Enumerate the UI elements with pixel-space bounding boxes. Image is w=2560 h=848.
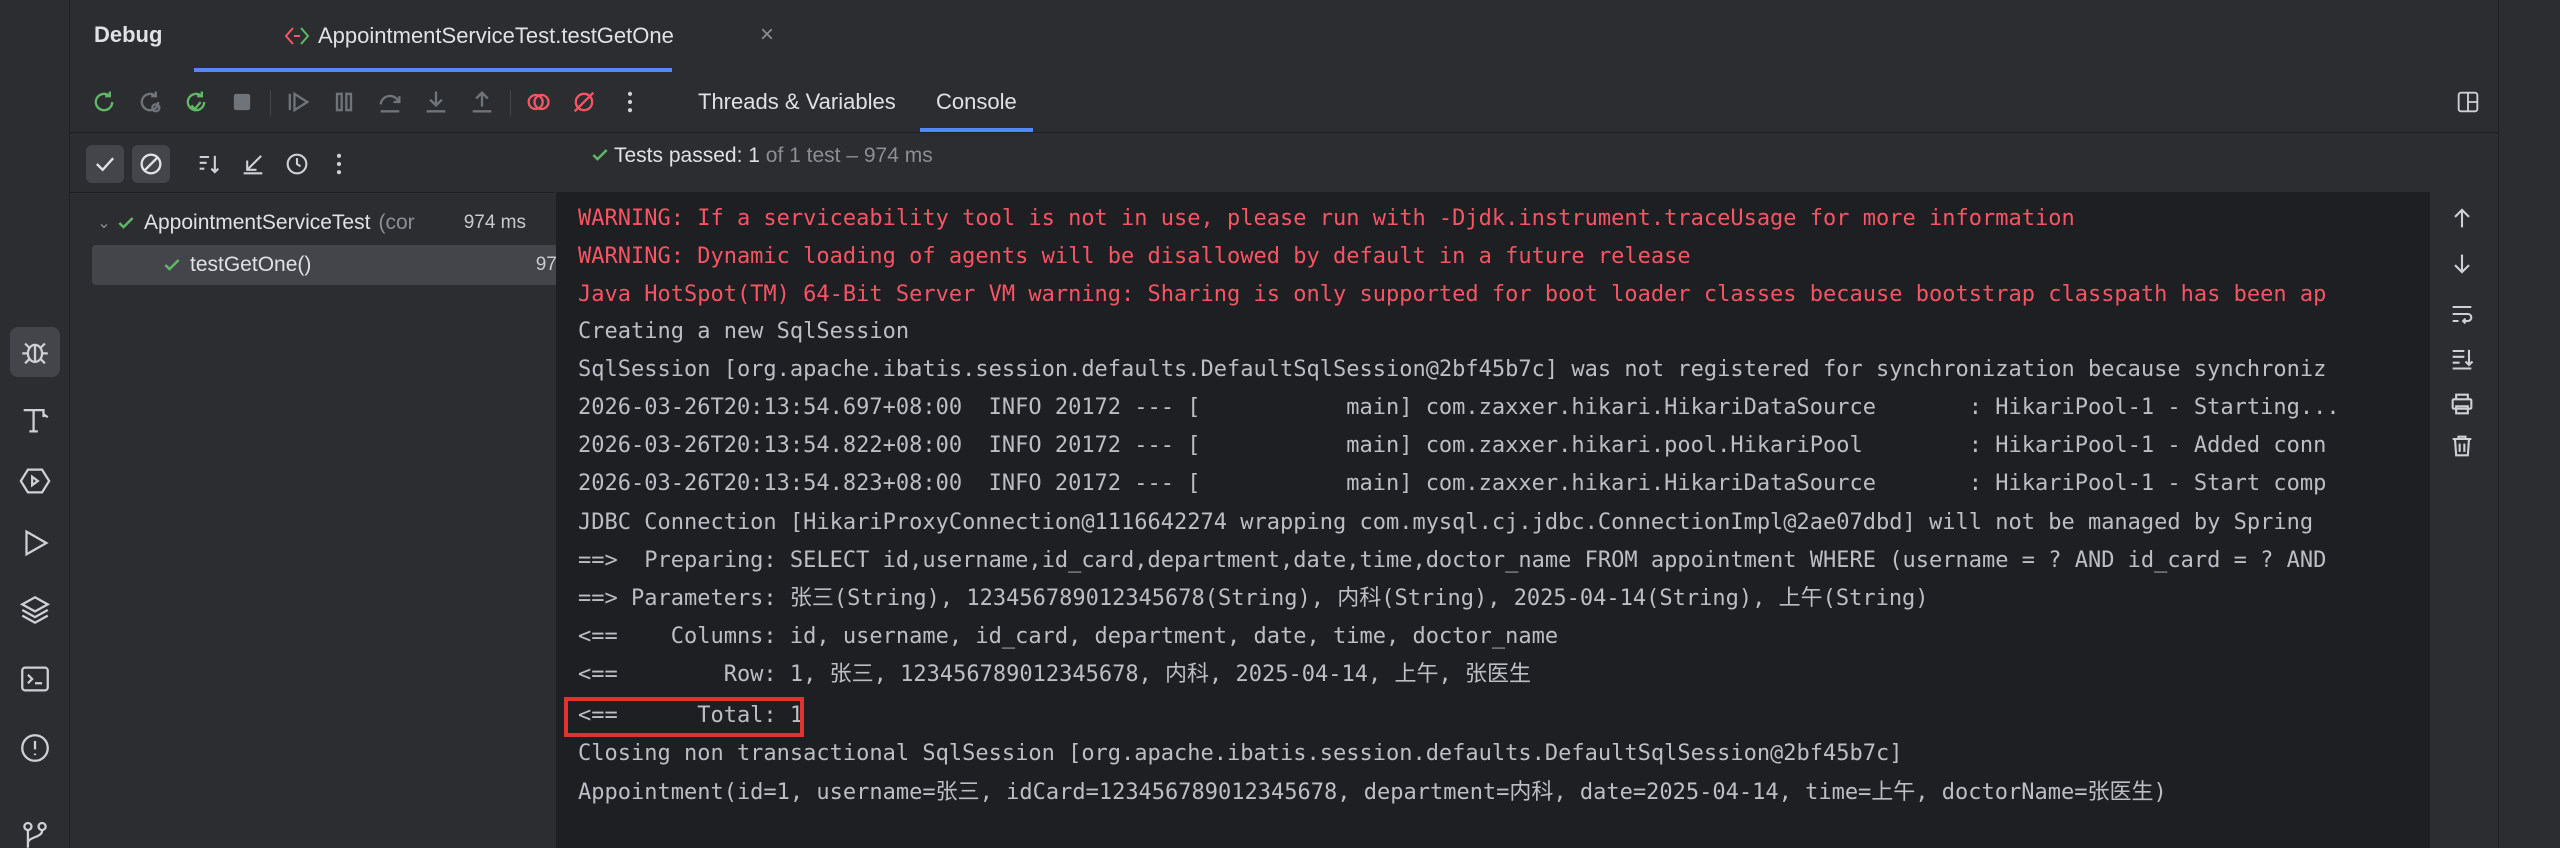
layout-icon[interactable] — [2452, 86, 2484, 118]
scroll-to-end-icon[interactable] — [2448, 344, 2480, 376]
stop-icon[interactable] — [226, 86, 258, 118]
suite-extra: (cor — [378, 211, 415, 234]
scroll-down-icon[interactable] — [2448, 250, 2480, 282]
console-actions — [2430, 192, 2498, 848]
toolbar-separator — [270, 90, 271, 116]
console-line: <== Row: 1, 张三, 123456789012345678, 内科, … — [578, 662, 1531, 687]
console-line: <== Columns: id, username, id_card, depa… — [578, 624, 1559, 649]
clear-icon[interactable] — [2448, 432, 2480, 464]
test-tree: ⌄ AppointmentServiceTest (cor 974 ms tes… — [70, 192, 604, 848]
rerun-modified-icon[interactable] — [180, 86, 212, 118]
services-icon[interactable] — [10, 456, 60, 506]
console-line: Creating a new SqlSession — [578, 319, 910, 344]
console-line: 2026-03-26T20:13:54.823+08:00 INFO 20172… — [578, 471, 2327, 496]
test-name: testGetOne() — [190, 253, 312, 276]
console-line: ==> Parameters: 张三(String), 123456789012… — [578, 586, 1929, 611]
rerun-failed-icon[interactable] — [134, 86, 166, 118]
more-icon[interactable] — [614, 86, 646, 118]
history-icon[interactable] — [278, 145, 316, 183]
console-line: Closing non transactional SqlSession [or… — [578, 741, 1903, 766]
tab-threads-variables[interactable]: Threads & Variables — [682, 72, 912, 132]
debug-tool-window: Debug AppointmentServiceTest.testGetOne … — [70, 0, 2498, 848]
show-passed-icon[interactable] — [86, 145, 124, 183]
status-summary: of 1 test – 974 ms — [765, 144, 933, 167]
more-icon[interactable] — [320, 145, 358, 183]
tree-item-suite[interactable]: ⌄ AppointmentServiceTest (cor 974 ms — [92, 203, 532, 243]
highlight-box — [564, 697, 804, 737]
step-into-icon[interactable] — [420, 86, 452, 118]
rerun-icon[interactable] — [88, 86, 120, 118]
mute-breakpoints-icon[interactable] — [568, 86, 600, 118]
console-line: 2026-03-26T20:13:54.697+08:00 INFO 20172… — [578, 395, 2340, 420]
console-line: WARNING: If a serviceability tool is not… — [578, 206, 2075, 231]
step-over-icon[interactable] — [374, 86, 406, 118]
build-icon[interactable] — [10, 395, 60, 445]
console-line: 2026-03-26T20:13:54.822+08:00 INFO 20172… — [578, 433, 2327, 458]
passed-check-icon — [162, 255, 190, 275]
passed-check-icon — [592, 149, 608, 161]
chevron-down-icon[interactable]: ⌄ — [92, 213, 116, 233]
problems-icon[interactable] — [10, 723, 60, 773]
pause-icon[interactable] — [328, 86, 360, 118]
tool-window-title: Debug — [94, 22, 163, 47]
debug-icon[interactable] — [10, 327, 60, 377]
resume-icon[interactable] — [282, 86, 314, 118]
collapse-icon[interactable] — [234, 145, 272, 183]
view-breakpoints-icon[interactable] — [522, 86, 554, 118]
tab-console[interactable]: Console — [920, 72, 1033, 132]
toolbar-separator — [510, 90, 511, 116]
console-line: JDBC Connection [HikariProxyConnection@1… — [578, 510, 2314, 535]
suite-duration: 974 ms — [463, 212, 526, 233]
soft-wrap-icon[interactable] — [2448, 300, 2480, 332]
test-tree-toolbar — [70, 132, 554, 192]
console-line: ==> Preparing: SELECT id,username,id_car… — [578, 548, 2327, 573]
tool-window-header: Debug AppointmentServiceTest.testGetOne … — [70, 0, 2498, 72]
git-icon[interactable] — [10, 810, 60, 848]
console-line: Java HotSpot(TM) 64-Bit Server VM warnin… — [578, 282, 2327, 307]
print-icon[interactable] — [2448, 390, 2480, 422]
suite-name: AppointmentServiceTest — [144, 211, 371, 234]
console-output[interactable]: WARNING: If a serviceability tool is not… — [556, 192, 2430, 848]
show-ignored-icon[interactable] — [132, 145, 170, 183]
terminal-icon[interactable] — [10, 654, 60, 704]
status-passed-count: 1 — [748, 144, 760, 167]
tree-item-test[interactable]: testGetOne() 974 ms — [92, 245, 604, 285]
console-line: Appointment(id=1, username=张三, idCard=12… — [578, 780, 2167, 805]
test-class-icon — [284, 25, 310, 52]
sort-icon[interactable] — [190, 145, 228, 183]
layers-icon[interactable] — [10, 585, 60, 635]
console-line: SqlSession [org.apache.ibatis.session.de… — [578, 357, 2327, 382]
debug-toolbar — [70, 72, 2498, 132]
console-line: WARNING: Dynamic loading of agents will … — [578, 244, 1691, 269]
activity-bar — [0, 0, 70, 848]
step-out-icon[interactable] — [466, 86, 498, 118]
debug-session-tab[interactable]: AppointmentServiceTest.testGetOne × — [194, 0, 774, 72]
passed-check-icon — [116, 213, 144, 233]
run-icon[interactable] — [10, 518, 60, 568]
right-tool-strip — [2498, 0, 2560, 848]
close-icon[interactable]: × — [760, 21, 774, 49]
scroll-up-icon[interactable] — [2448, 204, 2480, 236]
tab-label: AppointmentServiceTest.testGetOne — [318, 23, 674, 48]
test-status: Tests passed: 1 of 1 test – 974 ms — [590, 144, 933, 168]
status-label: Tests passed: — [614, 144, 743, 167]
